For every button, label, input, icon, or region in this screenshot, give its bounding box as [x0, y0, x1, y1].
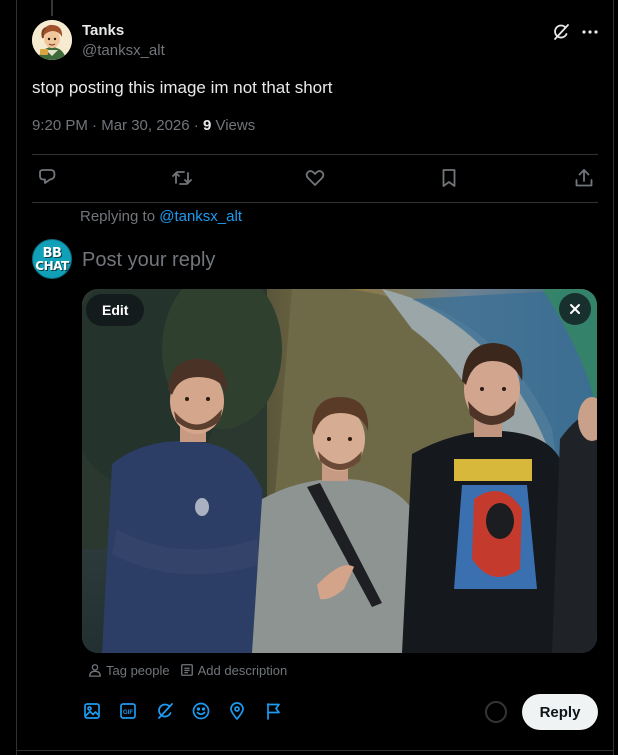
tweet-text: stop posting this image im not that shor… [32, 78, 333, 97]
divider [32, 154, 598, 155]
user-avatar[interactable]: BB CHAT [32, 239, 72, 279]
avatar-logo-line2: CHAT [35, 258, 69, 273]
grok-icon[interactable] [155, 701, 175, 721]
replying-to-handle[interactable]: @tanksx_alt [159, 208, 242, 225]
timeline-border-left [16, 0, 17, 755]
avatar-logo-line1: BB [42, 245, 62, 261]
divider [32, 202, 598, 203]
reply-input[interactable] [82, 246, 582, 274]
meta-separator: · [92, 117, 98, 134]
grok-icon[interactable] [551, 22, 571, 42]
description-icon [180, 664, 193, 676]
replying-to-label: Replying to [80, 208, 156, 225]
tweet-meta: 9:20 PM · Mar 30, 2026 · 9 Views [32, 117, 255, 134]
emoji-icon[interactable] [191, 701, 211, 721]
thread-connector-line [51, 0, 53, 16]
media-tools: Tag people Add description [88, 661, 287, 679]
author-handle[interactable]: @tanksx_alt [82, 42, 165, 59]
tweet-time[interactable]: 9:20 PM [32, 117, 88, 134]
character-counter [485, 701, 507, 723]
share-icon[interactable] [572, 166, 596, 190]
edit-media-button[interactable]: Edit [86, 294, 145, 326]
reply-icon[interactable] [35, 166, 59, 190]
add-description-button[interactable]: Add description [180, 662, 288, 678]
views-label: Views [215, 117, 256, 134]
gif-icon[interactable]: GIF [118, 701, 138, 721]
reply-button[interactable]: Reply [522, 694, 598, 730]
timeline-border-right [613, 0, 614, 755]
image-icon[interactable] [82, 701, 102, 721]
author-name[interactable]: Tanks [82, 22, 124, 39]
attached-photo [82, 289, 597, 653]
replying-to: Replying to @tanksx_alt [80, 208, 242, 225]
bookmark-icon[interactable] [437, 166, 461, 190]
author-avatar[interactable] [32, 20, 72, 60]
more-icon[interactable] [580, 22, 600, 42]
location-icon[interactable] [227, 701, 247, 721]
svg-text:GIF: GIF [123, 710, 133, 716]
remove-media-button[interactable] [559, 293, 591, 325]
views-count: 9 [202, 117, 212, 134]
close-icon [570, 304, 580, 314]
add-description-label: Add description [197, 662, 288, 678]
flag-icon[interactable] [263, 701, 283, 721]
tag-people-label: Tag people [106, 662, 170, 678]
person-icon [89, 664, 101, 677]
meta-separator: · [193, 117, 199, 134]
retweet-icon[interactable] [170, 166, 194, 190]
tag-people-button[interactable]: Tag people [88, 663, 170, 678]
tweet-date[interactable]: Mar 30, 2026 [101, 117, 189, 134]
timeline-border-bottom [16, 750, 614, 751]
like-icon[interactable] [303, 166, 327, 190]
